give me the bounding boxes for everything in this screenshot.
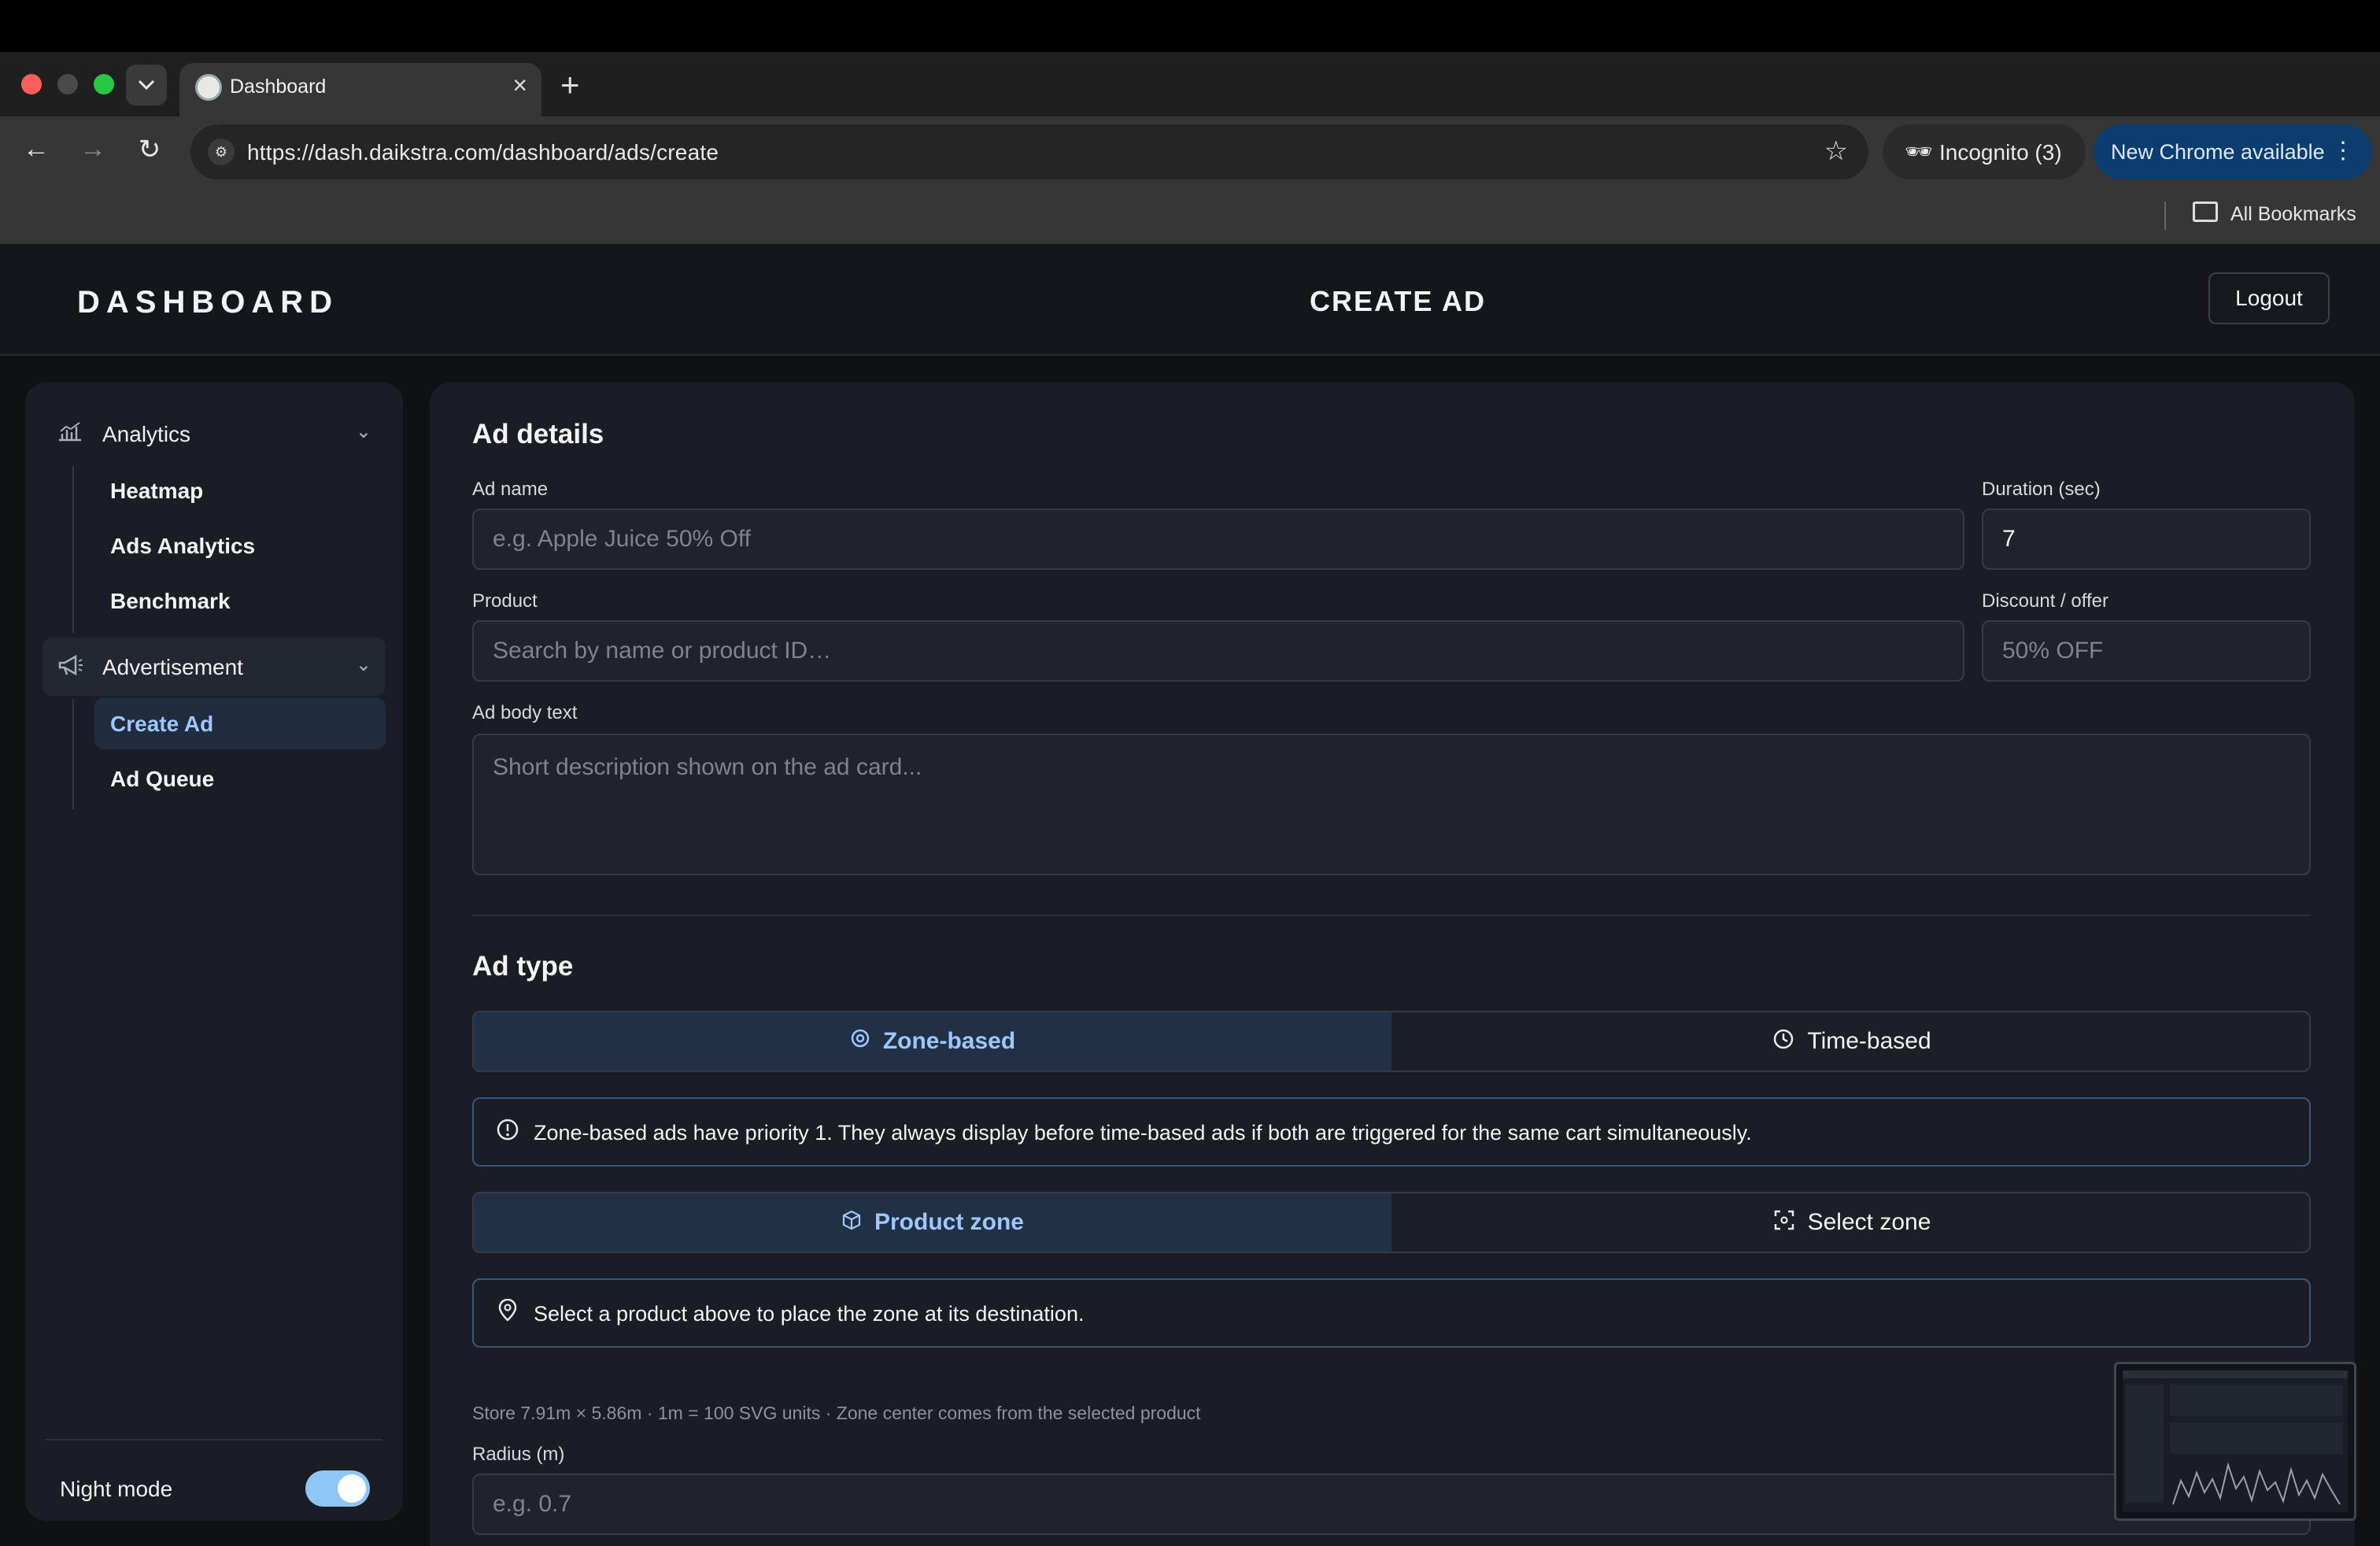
- sidebar-item-heatmap[interactable]: Heatmap: [94, 464, 386, 516]
- brand-logo[interactable]: DASHBOARD: [77, 285, 338, 320]
- ad-body-label: Ad body text: [472, 702, 578, 723]
- chevron-down-icon: [138, 80, 155, 91]
- update-chrome-button[interactable]: New Chrome available ⋮: [2094, 124, 2372, 179]
- incognito-button[interactable]: 🕶 Incognito (3): [1883, 124, 2086, 179]
- incognito-icon: 🕶: [1905, 139, 1933, 164]
- bookmark-star-icon[interactable]: ☆: [1824, 135, 1848, 167]
- tab-title: Dashboard: [230, 76, 327, 98]
- time-based-label: Time-based: [1807, 1028, 1931, 1054]
- priority-notice: Zone-based ads have priority 1. They alw…: [472, 1097, 2311, 1167]
- sidebar-group-label: Analytics: [102, 422, 191, 446]
- browser-tab[interactable]: Dashboard ×: [179, 63, 541, 117]
- location-pin-icon: [850, 1028, 870, 1056]
- bar-chart-icon: [57, 420, 83, 449]
- new-tab-button[interactable]: +: [560, 68, 580, 102]
- sidebar-item-label: Benchmark: [110, 589, 231, 613]
- sidebar-tree-line: [72, 466, 74, 633]
- select-zone-option[interactable]: Select zone: [1393, 1193, 2309, 1252]
- toggle-knob: [338, 1474, 366, 1503]
- zone-mode-selector: Product zone Select zone: [472, 1192, 2311, 1253]
- chevron-down-icon: ⌄: [355, 654, 371, 675]
- radius-input[interactable]: [472, 1474, 2311, 1535]
- forward-icon[interactable]: →: [76, 134, 110, 165]
- logout-button[interactable]: Logout: [2208, 272, 2330, 324]
- more-menu-icon[interactable]: ⋮: [2331, 137, 2355, 165]
- folder-icon: [2193, 202, 2218, 222]
- all-bookmarks-link[interactable]: All Bookmarks: [2230, 203, 2356, 226]
- radius-label: Radius (m): [472, 1444, 565, 1465]
- zone-placement-text: Select a product above to place the zone…: [534, 1302, 1085, 1326]
- app-header: DASHBOARD CREATE AD Logout: [0, 244, 2380, 356]
- product-zone-label: Product zone: [874, 1209, 1024, 1235]
- store-dimensions-hint: Store 7.91m × 5.86m · 1m = 100 SVG units…: [472, 1403, 1201, 1423]
- cube-icon: [841, 1209, 862, 1237]
- minimize-window-button[interactable]: [57, 74, 78, 94]
- url-text[interactable]: https://dash.daikstra.com/dashboard/ads/…: [247, 140, 719, 165]
- product-search-input[interactable]: [472, 620, 1964, 682]
- ad-type-selector: Zone-based Time-based: [472, 1011, 2311, 1072]
- megaphone-icon: [57, 653, 83, 683]
- priority-notice-text: Zone-based ads have priority 1. They alw…: [534, 1121, 1752, 1145]
- info-icon: [496, 1118, 519, 1148]
- reload-icon[interactable]: ↻: [132, 134, 167, 165]
- sidebar-group-advertisement[interactable]: Advertisement ⌄: [42, 638, 386, 696]
- night-mode-toggle[interactable]: [305, 1470, 370, 1507]
- page-title: CREATE AD: [1310, 285, 1486, 317]
- zone-based-option[interactable]: Zone-based: [474, 1012, 1391, 1071]
- tab-search-button[interactable]: [126, 65, 167, 105]
- close-window-button[interactable]: [21, 74, 42, 94]
- sidebar-tree-line: [72, 699, 74, 809]
- ad-type-heading: Ad type: [472, 951, 574, 982]
- zone-placement-notice: Select a product above to place the zone…: [472, 1278, 2311, 1348]
- app-body: Analytics ⌄ Heatmap Ads Analytics Benchm…: [0, 356, 2380, 1546]
- sidebar-item-label: Heatmap: [110, 479, 204, 503]
- discount-label: Discount / offer: [1982, 590, 2108, 612]
- bookmarks-bar: All Bookmarks: [0, 187, 2380, 244]
- clock-icon: [1772, 1028, 1794, 1056]
- ad-name-input[interactable]: [472, 509, 1964, 570]
- preview-sparkline-icon: [2123, 1370, 2348, 1505]
- duration-input[interactable]: [1982, 509, 2311, 570]
- sidebar-item-label: Ads Analytics: [110, 534, 256, 558]
- sidebar-item-benchmark[interactable]: Benchmark: [94, 575, 386, 627]
- focus-frame-icon: [1773, 1209, 1795, 1237]
- sidebar-group-label: Advertisement: [102, 655, 243, 679]
- discount-input[interactable]: [1982, 620, 2311, 682]
- chevron-down-icon: ⌄: [355, 421, 371, 442]
- sidebar-item-label: Ad Queue: [110, 767, 215, 791]
- preview-canvas: [2123, 1370, 2348, 1512]
- sidebar-item-ad-queue[interactable]: Ad Queue: [94, 753, 386, 804]
- browser-toolbar: ← → ↻ ⚙ https://dash.daikstra.com/dashbo…: [0, 117, 2380, 187]
- product-zone-option[interactable]: Product zone: [474, 1193, 1391, 1252]
- ad-body-textarea[interactable]: [472, 734, 2311, 875]
- incognito-label: Incognito (3): [1939, 140, 2062, 165]
- select-zone-label: Select zone: [1807, 1209, 1931, 1235]
- favicon-icon: [195, 74, 222, 101]
- ad-details-heading: Ad details: [472, 419, 604, 449]
- sidebar-group-analytics[interactable]: Analytics ⌄: [42, 405, 386, 463]
- night-mode-label: Night mode: [60, 1477, 173, 1501]
- bookmarks-separator: [2164, 202, 2166, 230]
- create-ad-form: Ad details Ad name Duration (sec) Produc…: [430, 383, 2355, 1546]
- product-label: Product: [472, 590, 538, 612]
- sidebar: Analytics ⌄ Heatmap Ads Analytics Benchm…: [25, 383, 403, 1521]
- address-bar[interactable]: ⚙ https://dash.daikstra.com/dashboard/ad…: [190, 124, 1868, 179]
- maximize-window-button[interactable]: [94, 74, 114, 94]
- back-icon[interactable]: ←: [19, 134, 54, 165]
- close-tab-icon[interactable]: ×: [512, 71, 527, 100]
- site-info-icon[interactable]: ⚙: [208, 139, 235, 165]
- sidebar-item-create-ad[interactable]: Create Ad: [94, 697, 386, 749]
- section-divider: [472, 915, 2311, 916]
- ad-name-label: Ad name: [472, 479, 549, 500]
- sidebar-divider: [46, 1439, 382, 1441]
- window-titlebar: [0, 0, 2380, 52]
- time-based-option[interactable]: Time-based: [1393, 1012, 2309, 1071]
- location-pin-icon: [496, 1298, 519, 1329]
- duration-label: Duration (sec): [1982, 479, 2101, 500]
- zone-based-label: Zone-based: [882, 1028, 1016, 1054]
- sidebar-item-ads-analytics[interactable]: Ads Analytics: [94, 520, 386, 571]
- page-preview-thumbnail[interactable]: [2114, 1362, 2356, 1521]
- sidebar-item-label: Create Ad: [110, 712, 214, 736]
- update-chrome-label: New Chrome available: [2111, 140, 2325, 164]
